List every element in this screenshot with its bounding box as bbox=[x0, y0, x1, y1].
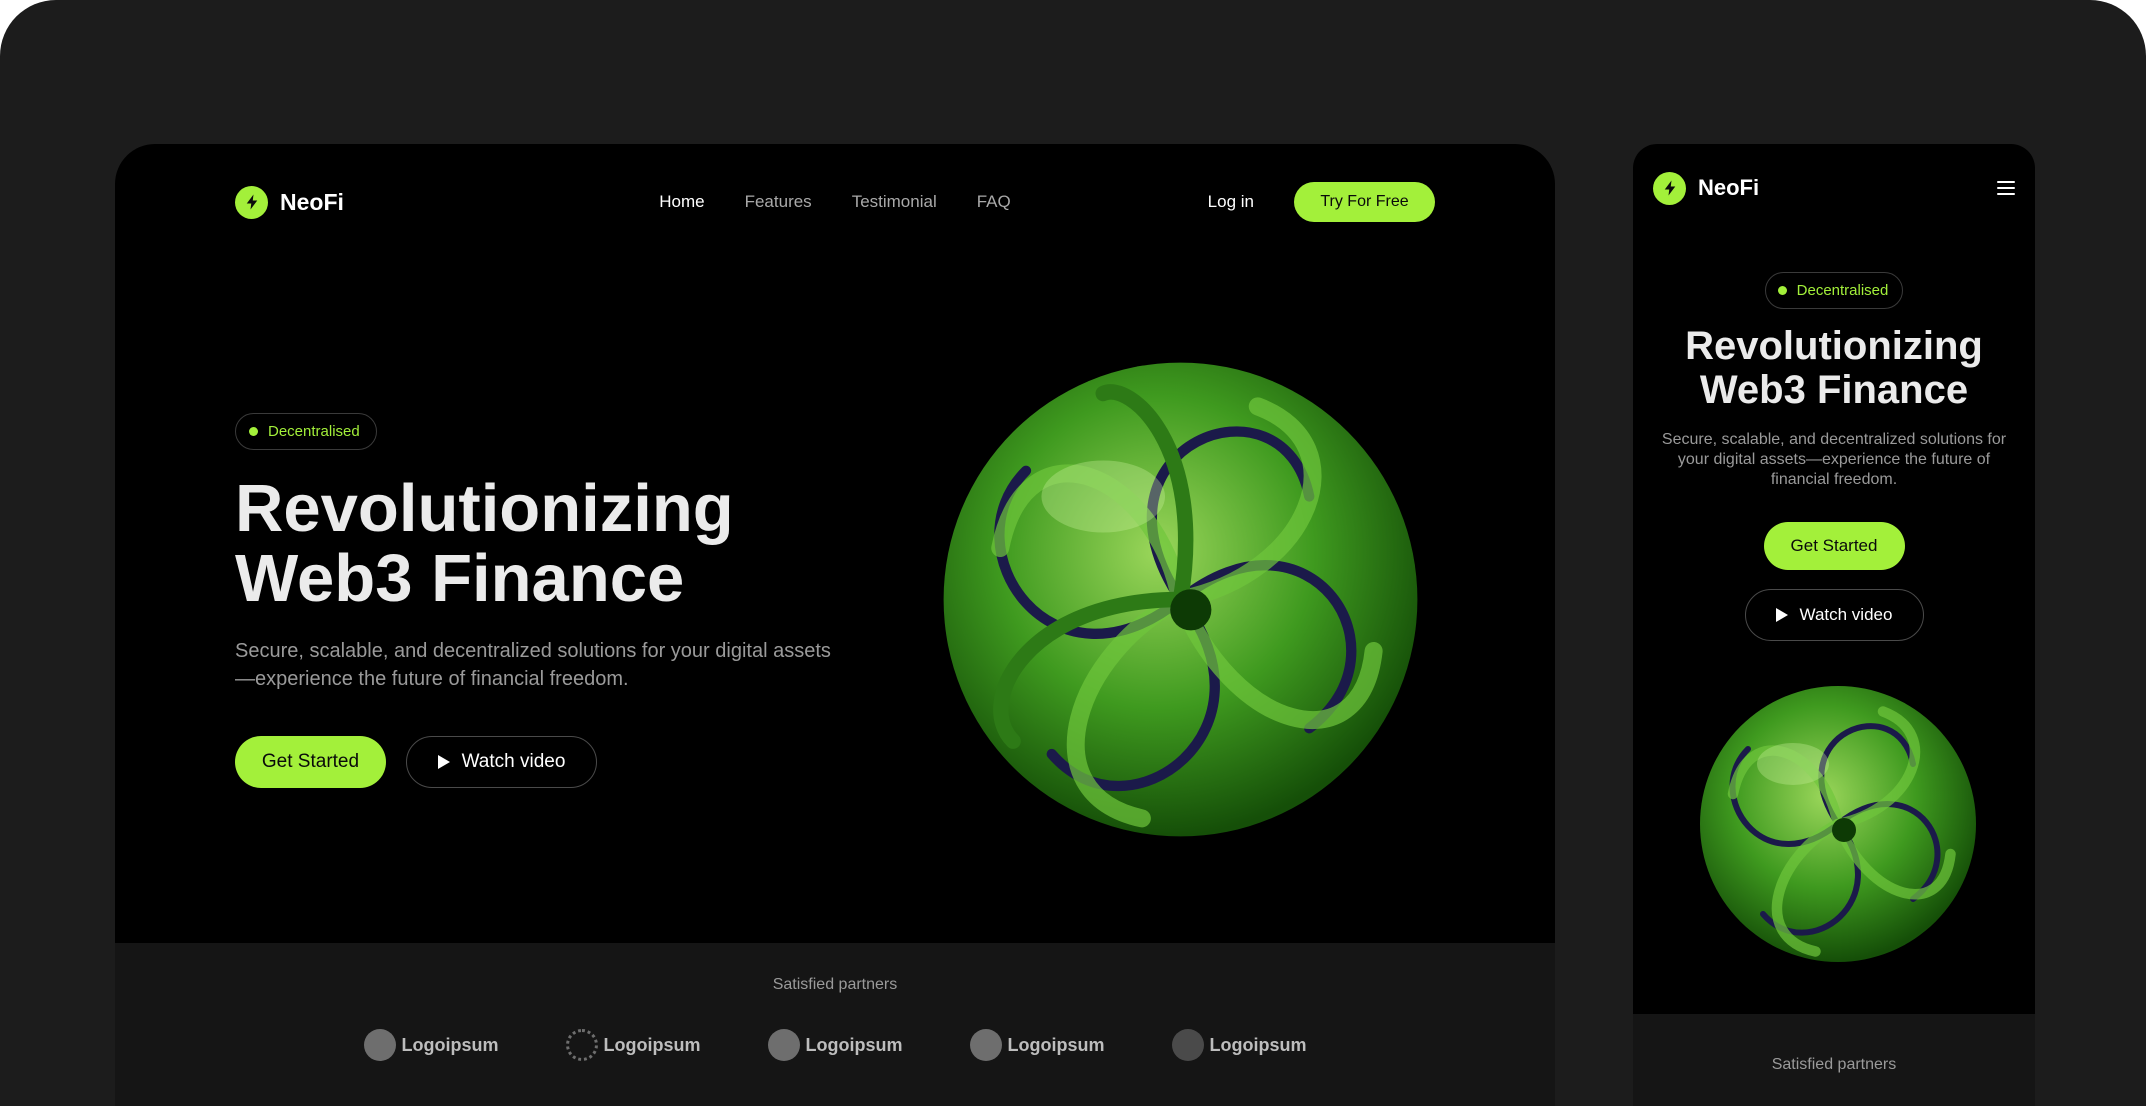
nav-link-home[interactable]: Home bbox=[659, 192, 704, 212]
hero-actions: Get Started Watch video bbox=[235, 736, 597, 788]
mobile-navbar: NeoFi bbox=[1653, 171, 2015, 205]
partner-name: Logoipsum bbox=[805, 1034, 903, 1055]
brand-name: NeoFi bbox=[1698, 175, 1760, 200]
hero-title: Revolutionizing Web3 Finance bbox=[235, 474, 855, 614]
get-started-button[interactable]: Get Started bbox=[1763, 522, 1905, 570]
hero-title-line2: Web3 Finance bbox=[1699, 368, 1969, 412]
lightning-bolt-icon bbox=[767, 1029, 800, 1061]
brand-name: NeoFi bbox=[280, 188, 344, 215]
mobile-secondary-action: Watch video bbox=[1633, 589, 2035, 641]
waves-icon bbox=[363, 1029, 396, 1061]
lightning-bolt-icon bbox=[235, 185, 268, 219]
hero-title-line1: Revolutionizing bbox=[235, 471, 734, 546]
mobile-hero-title: Revolutionizing Web3 Finance bbox=[1633, 324, 2035, 412]
brand-logo[interactable]: NeoFi bbox=[235, 185, 344, 219]
partner-logo: Logoipsum bbox=[767, 1029, 903, 1061]
partner-name: Logoipsum bbox=[603, 1034, 701, 1055]
showcase-canvas: NeoFi Home Features Testimonial FAQ Log … bbox=[0, 0, 2146, 1106]
nav-link-faq[interactable]: FAQ bbox=[977, 192, 1011, 212]
decentralised-badge: Decentralised bbox=[1764, 272, 1904, 309]
partner-logo: Logoipsum bbox=[363, 1029, 499, 1061]
clover-icon bbox=[969, 1029, 1002, 1061]
play-icon bbox=[437, 755, 450, 769]
mobile-primary-action: Get Started bbox=[1633, 522, 2035, 570]
hero-3d-sculpture bbox=[943, 362, 1418, 837]
partner-logo: Logoipsum bbox=[969, 1029, 1105, 1061]
partner-name: Logoipsum bbox=[1007, 1034, 1105, 1055]
mobile-preview: NeoFi Decentralised Revolutionizing Web3… bbox=[1633, 144, 2035, 1106]
brand-logo[interactable]: NeoFi bbox=[1653, 171, 1760, 205]
hero-subtitle: Secure, scalable, and decentralized solu… bbox=[235, 640, 831, 690]
watch-video-label: Watch video bbox=[1799, 605, 1893, 624]
play-icon bbox=[1775, 608, 1788, 622]
partner-name: Logoipsum bbox=[1209, 1034, 1307, 1055]
nav-link-testimonial[interactable]: Testimonial bbox=[852, 192, 937, 212]
watch-video-button[interactable]: Watch video bbox=[406, 736, 597, 788]
login-link[interactable]: Log in bbox=[1208, 192, 1254, 212]
badge-label: Decentralised bbox=[1796, 282, 1889, 299]
hero-title-line2: Web3 Finance bbox=[235, 541, 685, 616]
lightning-bolt-icon bbox=[1653, 171, 1686, 205]
status-dot bbox=[1777, 286, 1787, 295]
mobile-badge-row: Decentralised bbox=[1633, 272, 2035, 309]
partner-logo: Logoipsum bbox=[1171, 1029, 1307, 1061]
hero-title-line1: Revolutionizing bbox=[1685, 324, 1983, 368]
sphere-icon bbox=[1171, 1029, 1204, 1061]
badge-label: Decentralised bbox=[268, 423, 360, 440]
nav-actions: Log in Try For Free bbox=[1208, 182, 1435, 222]
decentralised-badge: Decentralised bbox=[235, 413, 377, 450]
mobile-hero-subtitle: Secure, scalable, and decentralized solu… bbox=[1661, 431, 2007, 488]
try-for-free-button[interactable]: Try For Free bbox=[1294, 182, 1435, 222]
partner-logo: Logoipsum bbox=[565, 1029, 701, 1061]
status-dot bbox=[249, 427, 258, 436]
desktop-navbar: NeoFi Home Features Testimonial FAQ Log … bbox=[235, 180, 1435, 224]
mobile-partners-section: Satisfied partners bbox=[1633, 1014, 2035, 1106]
hamburger-menu-icon[interactable] bbox=[1997, 181, 2015, 195]
watch-video-label: Watch video bbox=[461, 751, 566, 772]
desktop-preview: NeoFi Home Features Testimonial FAQ Log … bbox=[115, 144, 1555, 1106]
partners-label: Satisfied partners bbox=[1771, 1056, 1897, 1073]
sunburst-icon bbox=[565, 1029, 598, 1061]
get-started-button[interactable]: Get Started bbox=[235, 736, 386, 788]
partner-logos: Logoipsum Logoipsum Logoipsum Logoipsum … bbox=[115, 1029, 1555, 1061]
watch-video-button[interactable]: Watch video bbox=[1744, 589, 1924, 641]
partner-name: Logoipsum bbox=[401, 1034, 499, 1055]
partners-label: Satisfied partners bbox=[772, 976, 898, 993]
partners-section: Satisfied partners Logoipsum Logoipsum L… bbox=[115, 943, 1555, 1106]
hero-3d-sculpture bbox=[1700, 686, 1976, 962]
nav-link-features[interactable]: Features bbox=[745, 192, 812, 212]
